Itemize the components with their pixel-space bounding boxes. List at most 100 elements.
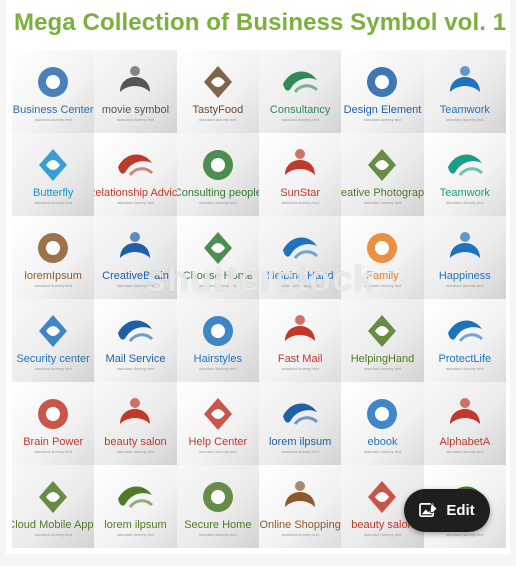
logo-caption: standard dummy text: [199, 531, 237, 537]
logo-label: Fast Mail: [277, 352, 323, 365]
logo-tile: Security center standard dummy text: [12, 299, 95, 382]
helping-hands-icon: [283, 236, 319, 259]
logo-label: CreativeBrain: [102, 269, 169, 282]
logo-tile: Teamwork standard dummy text: [423, 133, 506, 216]
logo-tile: Happiness standard dummy text: [423, 216, 506, 299]
logo-label: Consulting people: [176, 186, 259, 199]
swirl-flower-icon: [38, 66, 69, 97]
house-shield-icon: [202, 481, 233, 512]
film-reel-icon: [120, 65, 151, 92]
edit-button-label: Edit: [446, 502, 475, 519]
logo-label: lorem ilpsum: [104, 518, 167, 531]
edit-button[interactable]: Edit: [404, 489, 490, 532]
logo-caption: standard dummy text: [199, 116, 237, 122]
logo-tile: lorem ilpsum standard dummy text: [259, 382, 342, 465]
sun-star-icon: [285, 148, 316, 175]
logo-label: loremIpsum: [24, 269, 82, 282]
head-profile-icon: [120, 231, 151, 258]
logo-caption: standard dummy text: [116, 448, 155, 454]
image-edit-icon: [419, 502, 438, 518]
logo-label: TastyFood: [192, 103, 244, 116]
logo-label: Mail Service: [105, 352, 166, 365]
logo-label: Consultancy: [269, 103, 331, 116]
globe-book-icon: [367, 398, 398, 429]
logo-caption: standard dummy text: [446, 531, 484, 537]
logo-caption: standard dummy text: [34, 116, 72, 122]
logo-caption: standard dummy text: [363, 531, 402, 537]
logo-tile: beauty salon standard dummy text: [94, 382, 177, 465]
logo-label: AlphabetA: [439, 435, 491, 448]
logo-caption: standard dummy text: [446, 448, 484, 454]
logo-caption: standard dummy text: [363, 448, 402, 454]
logo-caption: standard dummy text: [34, 448, 72, 454]
logo-tile: SunStar standard dummy text: [259, 133, 342, 216]
logo-caption: standard dummy text: [363, 282, 402, 288]
logo-label: ebook: [367, 435, 398, 448]
logo-tile: Relationship Advicestandard dummy text: [94, 133, 177, 216]
people-circle-icon: [283, 70, 319, 93]
four-people-icon: [202, 149, 233, 180]
logo-grid: Business Center standard dummy text movie …: [12, 50, 506, 548]
logo-label: Choose Home: [182, 269, 253, 282]
letter-a-arrow-icon: [449, 397, 480, 424]
happy-figure-icon: [449, 231, 480, 258]
logo-tile: ebook standard dummy text: [341, 382, 424, 465]
logo-caption: standard dummy text: [363, 116, 402, 122]
logo-tile: Mail Service standard dummy text: [94, 299, 177, 382]
logo-tile: CreativeBrain standard dummy text: [94, 216, 177, 299]
fork-spoon-icon: [203, 65, 232, 98]
logo-caption: standard dummy text: [281, 531, 319, 537]
logo-label: movie symbol: [101, 103, 170, 116]
logo-label: Help Center: [188, 435, 248, 448]
infinity-loop-icon: [118, 485, 154, 508]
logo-tile: HelpingHand standard dummy text: [341, 299, 424, 382]
logo-label: Teamwork: [439, 186, 490, 199]
logo-caption: standard dummy text: [363, 365, 402, 371]
logo-label: lorem ilpsum: [268, 435, 332, 448]
logo-label: Brain Power: [23, 435, 84, 448]
infinity-hands-icon: [368, 314, 397, 347]
logo-caption: standard dummy text: [116, 116, 155, 122]
logo-tile: Secure Home standard dummy text: [176, 465, 259, 548]
running-figure-icon: [203, 397, 232, 430]
logo-tile: Creative Photographystandard dummy text: [341, 133, 424, 216]
logo-caption: standard dummy text: [281, 448, 319, 454]
logo-tile: Hairstyles standard dummy text: [176, 299, 259, 382]
image-title: Mega Collection of Business Symbol vol. …: [14, 9, 507, 36]
logo-caption: standard dummy text: [446, 116, 484, 122]
logo-tile: Fast Mail standard dummy text: [259, 299, 342, 382]
logo-tile: Design Element standard dummy text: [341, 50, 424, 133]
logo-tile: Brain Power standard dummy text: [12, 382, 95, 465]
logo-caption: standard dummy text: [281, 282, 319, 288]
logo-label: Hairstyles: [193, 352, 242, 365]
logo-tile: Helping Hand standard dummy text: [259, 216, 342, 299]
logo-label: Teamwork: [439, 103, 490, 116]
logo-label: Happiness: [438, 269, 491, 282]
logo-tile: Cloud Mobile Appsstandard dummy text: [12, 465, 95, 548]
logo-tile: loremIpsum standard dummy text: [12, 216, 95, 299]
logo-tile: Consultancy standard dummy text: [259, 50, 342, 133]
logo-label: Creative Photography: [341, 186, 424, 199]
heart-circle-icon: [447, 153, 483, 176]
logo-label: beauty salon: [351, 518, 414, 531]
logo-tile: Family standard dummy text: [341, 216, 424, 299]
logo-caption: standard dummy text: [446, 199, 484, 205]
logo-caption: standard dummy text: [199, 199, 237, 205]
team-figures-icon: [449, 65, 480, 92]
camera-leaf-icon: [368, 148, 397, 181]
wing-swirl-icon: [39, 148, 68, 181]
family-figures-icon: [367, 232, 398, 263]
logo-caption: standard dummy text: [34, 531, 72, 537]
logo-label: ProtectLife: [438, 352, 492, 365]
logo-caption: standard dummy text: [34, 199, 72, 205]
cloud-phone-icon: [39, 480, 68, 513]
logo-caption: standard dummy text: [116, 199, 155, 205]
double-arrow-icon: [283, 402, 319, 425]
logo-tile: Consulting people standard dummy text: [176, 133, 259, 216]
logo-tile: ProtectLife standard dummy text: [423, 299, 506, 382]
logo-tile: Online Shopping standard dummy text: [259, 465, 342, 548]
logo-tile: TastyFood standard dummy text: [176, 50, 259, 133]
cart-mouse-icon: [285, 480, 316, 507]
logo-label: Security center: [16, 352, 90, 365]
logo-label: Secure Home: [184, 518, 252, 531]
